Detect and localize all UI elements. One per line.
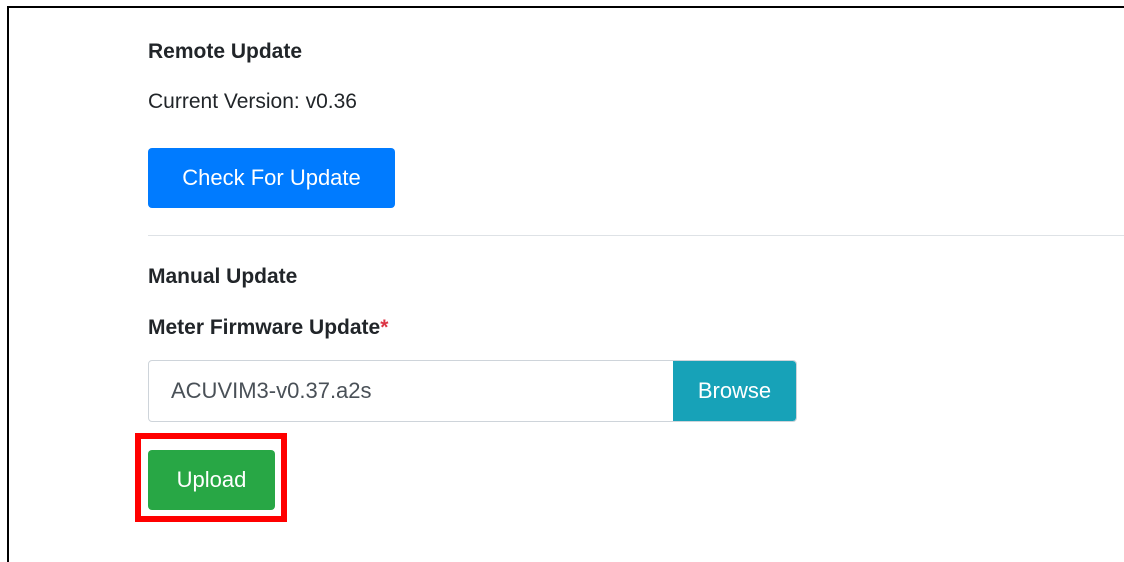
frame-top-border [7,6,1124,8]
remote-update-title: Remote Update [148,40,303,63]
frame-left-border [7,6,9,562]
section-divider [148,235,1124,236]
firmware-file-input[interactable]: ACUVIM3-v0.37.a2s Browse [148,360,797,422]
meter-firmware-update-label: Meter Firmware Update* [148,316,388,340]
page-frame: Remote Update Current Version: v0.36 Che… [0,0,1124,562]
selected-file-name: ACUVIM3-v0.37.a2s [171,378,372,403]
browse-button[interactable]: Browse [673,361,796,421]
manual-update-title: Manual Update [148,265,298,288]
required-marker: * [380,316,389,339]
field-label-text: Meter Firmware Update [148,316,381,339]
check-for-update-button[interactable]: Check For Update [148,148,395,208]
current-version-text: Current Version: v0.36 [148,90,357,113]
upload-button[interactable]: Upload [148,450,275,510]
